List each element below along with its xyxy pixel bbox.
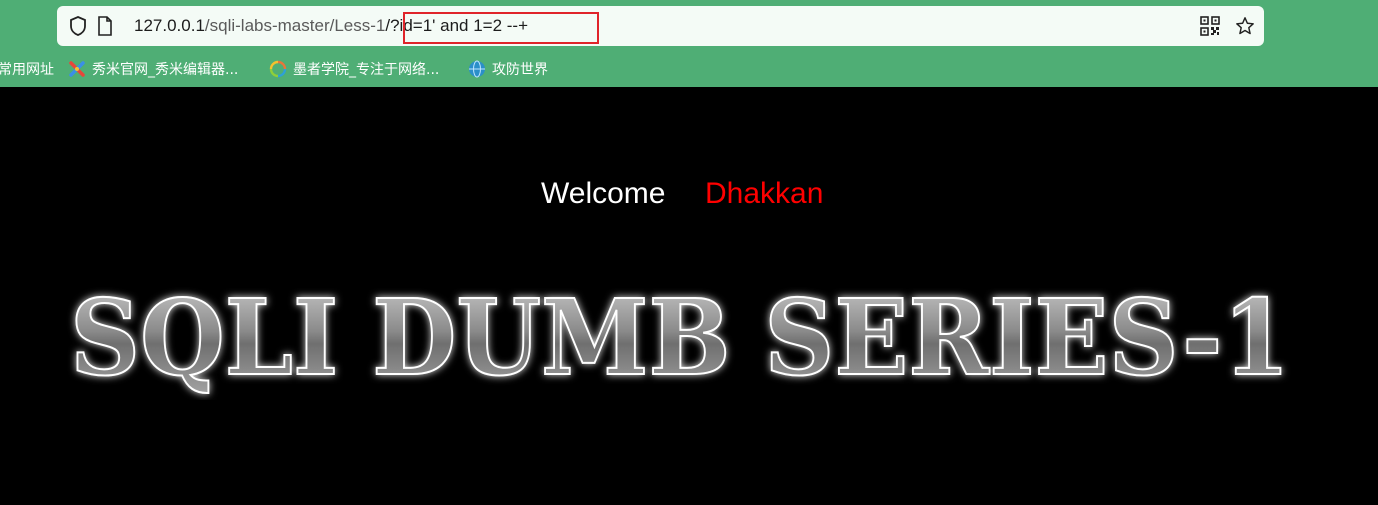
shield-icon[interactable] [68, 16, 88, 36]
browser-chrome: 127.0.0.1/sqli-labs-master/Less-1/?id=1'… [0, 0, 1378, 87]
user-name: Dhakkan [705, 177, 824, 210]
url-query: /?id=1' and 1=2 --+ [385, 16, 529, 35]
url-text[interactable]: 127.0.0.1/sqli-labs-master/Less-1/?id=1'… [134, 15, 528, 37]
banner-text: SQLI DUMB SERIES-1 [70, 280, 1290, 399]
bookmark-gongfang[interactable]: 攻防世界 [468, 58, 548, 80]
star-icon[interactable] [1235, 16, 1255, 36]
address-bar[interactable]: 127.0.0.1/sqli-labs-master/Less-1/?id=1'… [57, 6, 1264, 46]
mozhe-logo-icon [269, 60, 287, 78]
bookmarks-bar: 常用网址 秀米官网_秀米编辑器... 墨者学院_专注于网络... 攻防世界 [0, 54, 1378, 84]
welcome-line: Welcome Dhakkan [0, 172, 1378, 216]
bookmark-label: 墨者学院_专注于网络... [293, 62, 440, 78]
url-path: /sqli-labs-master/Less-1 [204, 16, 386, 35]
bookmark-common-sites[interactable]: 常用网址 [0, 58, 54, 80]
bookmark-label: 攻防世界 [492, 62, 548, 78]
page-icon [95, 16, 115, 36]
welcome-text: Welcome [541, 177, 666, 210]
qr-code-icon[interactable] [1200, 16, 1220, 36]
url-host: 127.0.0.1 [134, 16, 205, 35]
banner-title: SQLI DUMB SERIES-1 [69, 280, 1291, 400]
bookmark-xiumi[interactable]: 秀米官网_秀米编辑器... [68, 58, 238, 80]
bookmark-label: 常用网址 [0, 62, 54, 78]
bookmark-label: 秀米官网_秀米编辑器... [92, 62, 239, 78]
bookmark-mozhe[interactable]: 墨者学院_专注于网络... [269, 58, 439, 80]
xiumi-logo-icon [68, 60, 86, 78]
globe-icon [468, 60, 486, 78]
